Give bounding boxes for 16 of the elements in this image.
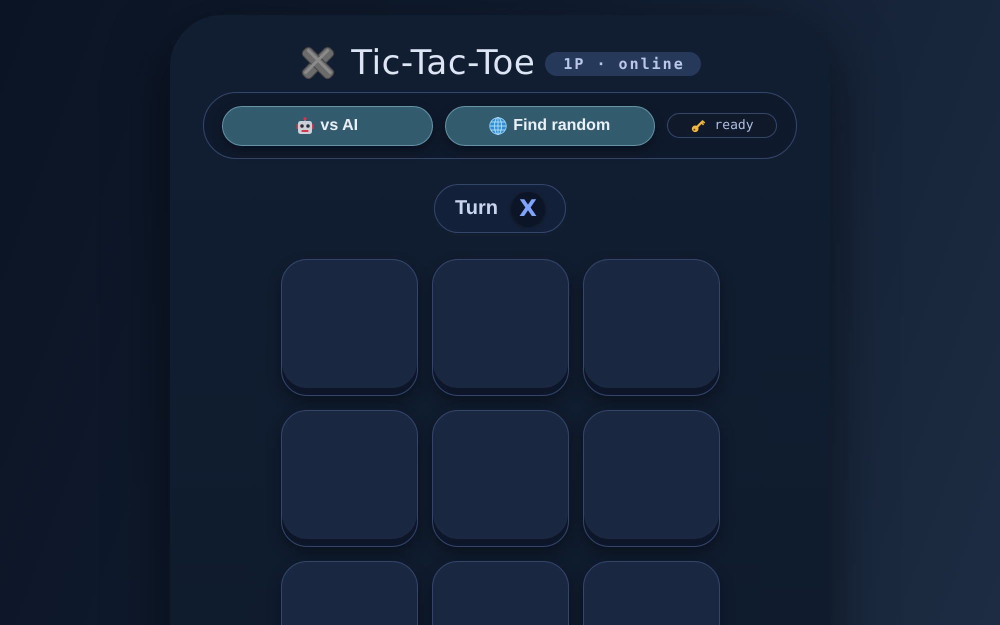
board-cell[interactable] xyxy=(582,410,720,547)
globe-icon xyxy=(489,116,508,134)
board-cell[interactable] xyxy=(432,259,568,396)
board-cell[interactable] xyxy=(280,259,418,396)
mode-badge: 1P · online xyxy=(545,52,701,76)
board-cell[interactable] xyxy=(432,410,568,547)
board-cell[interactable] xyxy=(582,259,720,396)
vs-ai-button[interactable]: vs AI xyxy=(222,106,432,146)
robot-icon xyxy=(296,116,314,134)
turn-label: Turn xyxy=(455,197,498,220)
find-random-button[interactable]: Find random xyxy=(444,106,655,146)
status-text: ready xyxy=(714,118,754,133)
app-title: Tic-Tac-Toe xyxy=(351,43,536,83)
current-player-mark: X xyxy=(510,192,545,226)
key-icon xyxy=(690,118,706,134)
board-cell[interactable] xyxy=(280,410,418,547)
